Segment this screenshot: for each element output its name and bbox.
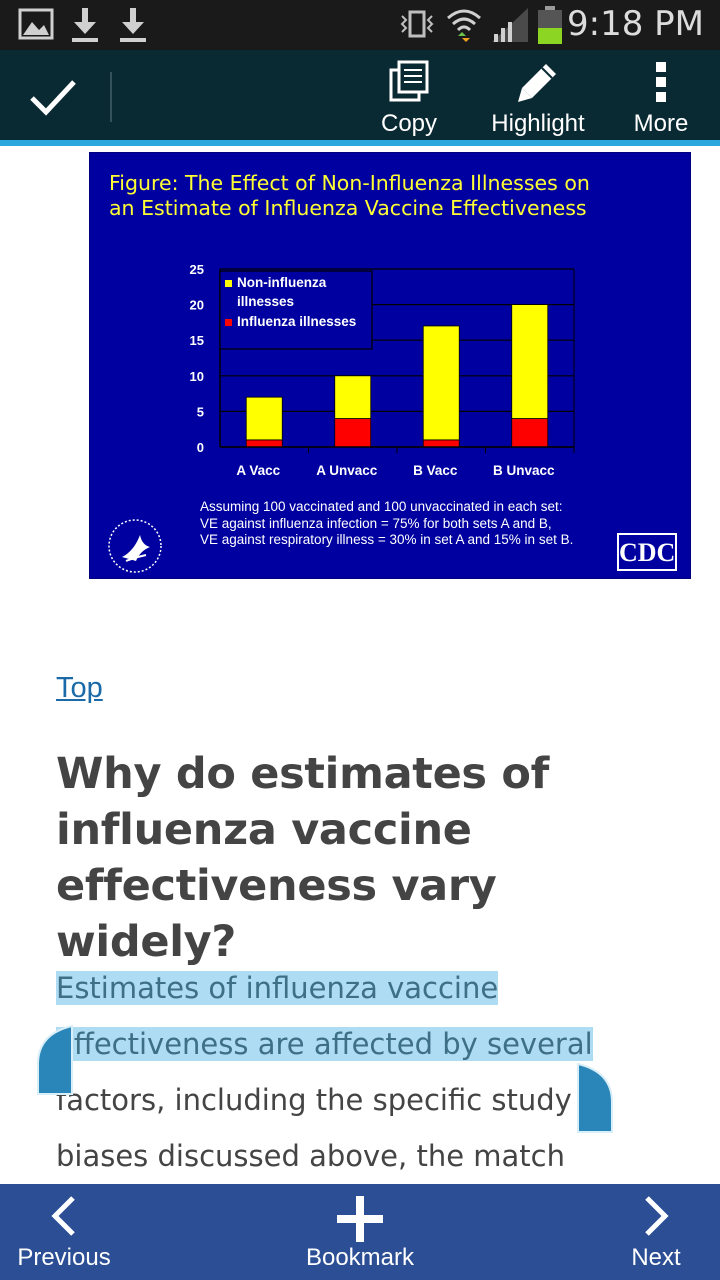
heading-line3: effectiveness vary widely?	[56, 861, 497, 967]
next-button[interactable]: Next	[620, 1184, 692, 1280]
article-content[interactable]: Figure: The Effect of Non-Influenza Illn…	[0, 146, 720, 1184]
x-tick-label: A Unvacc	[316, 463, 378, 478]
bar-segment-influenza	[511, 418, 549, 448]
bar-segment-non-influenza	[422, 325, 460, 441]
checkmark-icon	[30, 80, 76, 116]
more-button[interactable]: More	[628, 56, 694, 140]
cdc-logo: CDC	[617, 533, 677, 571]
bar-segment-non-influenza	[334, 375, 372, 419]
wifi-icon	[447, 9, 481, 42]
y-tick-label: 10	[190, 369, 204, 384]
bookmark-button[interactable]: Bookmark	[296, 1184, 424, 1280]
done-button[interactable]	[14, 60, 94, 134]
y-tick-label: 0	[197, 440, 204, 455]
x-tick-label: B Unvacc	[493, 463, 555, 478]
figure-note-line3: VE against respiratory illness = 30% in …	[200, 532, 574, 547]
bar-segment-non-influenza	[245, 396, 283, 441]
selected-text-line2[interactable]: effectiveness are affected by several	[56, 1027, 593, 1061]
plus-icon	[337, 1196, 383, 1242]
figure-note: Assuming 100 vaccinated and 100 unvaccin…	[200, 499, 573, 549]
status-bar: 9:18 PM	[0, 0, 720, 50]
figure-image: Figure: The Effect of Non-Influenza Illn…	[89, 152, 691, 579]
bar-segment-influenza	[422, 439, 460, 448]
pencil-icon	[518, 64, 556, 102]
y-tick-label: 5	[197, 404, 204, 419]
previous-label: Previous	[17, 1244, 111, 1271]
bar-segment-non-influenza	[511, 304, 549, 419]
y-tick-label: 20	[190, 298, 204, 313]
highlight-button[interactable]: Highlight	[482, 56, 594, 140]
selection-action-bar: Copy Highlight More	[0, 50, 720, 146]
x-tick-label: B Vacc	[413, 463, 458, 478]
y-tick-label: 15	[190, 333, 204, 348]
gallery-icon	[18, 8, 54, 40]
signal-icon	[492, 8, 528, 42]
selection-start-handle[interactable]	[36, 1024, 74, 1096]
download-icon	[72, 8, 98, 42]
heading-line1: Why do estimates of	[56, 749, 550, 799]
more-label: More	[633, 110, 689, 137]
legend-label: Influenza illnesses	[237, 314, 356, 329]
vibrate-icon	[400, 10, 434, 38]
paragraph-line4: biases discussed above, the match	[56, 1139, 565, 1173]
legend-label: Non-influenza	[237, 275, 327, 290]
chevron-left-icon	[51, 1196, 75, 1236]
selected-text-line1[interactable]: Estimates of influenza vaccine	[56, 971, 499, 1005]
copy-button[interactable]: Copy	[368, 56, 450, 140]
heading-line2: influenza vaccine	[56, 805, 472, 855]
next-label: Next	[631, 1244, 681, 1271]
legend-swatch-non-influenza	[225, 280, 232, 287]
copy-icon	[389, 60, 429, 102]
previous-button[interactable]: Previous	[8, 1184, 120, 1280]
copy-label: Copy	[380, 110, 438, 137]
x-tick-label: A Vacc	[236, 463, 280, 478]
y-tick-label: 25	[190, 262, 204, 277]
highlight-label: Highlight	[491, 110, 585, 137]
figure-note-line2: VE against influenza infection = 75% for…	[200, 515, 552, 531]
section-heading: Why do estimates of influenza vaccine ef…	[56, 746, 676, 970]
figure-note-line1: Assuming 100 vaccinated and 100 unvaccin…	[200, 499, 563, 514]
legend-swatch-influenza	[225, 319, 232, 326]
hhs-eagle-logo	[108, 519, 162, 573]
selection-end-handle[interactable]	[576, 1062, 614, 1134]
action-bar-divider	[110, 72, 112, 122]
overflow-menu-icon	[656, 62, 666, 102]
chevron-right-icon	[645, 1196, 669, 1236]
top-link[interactable]: Top	[56, 672, 103, 705]
clock: 9:18 PM	[567, 4, 704, 44]
bottom-navigation-bar: Previous Bookmark Next	[0, 1184, 720, 1280]
legend-label: illnesses	[237, 294, 294, 309]
download-icon	[120, 8, 146, 42]
bookmark-label: Bookmark	[305, 1244, 415, 1271]
battery-icon	[538, 6, 562, 44]
bar-segment-influenza	[334, 418, 372, 448]
bar-segment-influenza	[245, 439, 283, 448]
